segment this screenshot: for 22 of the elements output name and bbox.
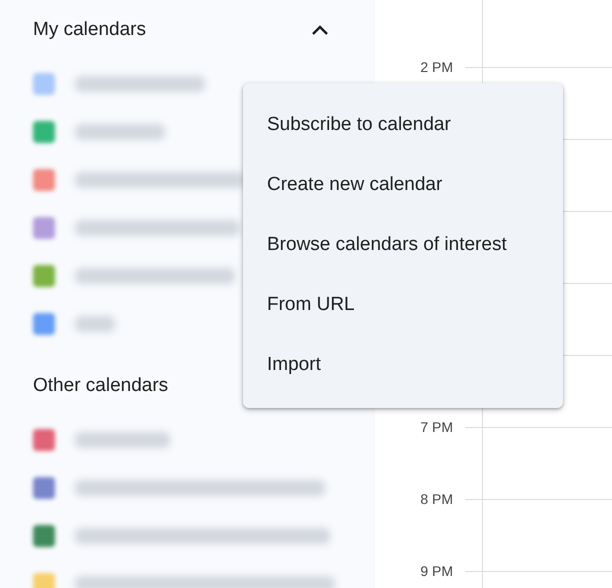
calendar-checkbox[interactable]: [33, 121, 55, 143]
menu-item[interactable]: Subscribe to calendar: [243, 95, 563, 155]
calendar-checkbox[interactable]: [33, 169, 55, 191]
calendar-checkbox[interactable]: [33, 525, 55, 547]
calendar-checkbox[interactable]: [33, 313, 55, 335]
calendar-checkbox[interactable]: [33, 265, 55, 287]
time-label: 8 PM: [419, 492, 453, 506]
menu-item[interactable]: From URL: [243, 275, 563, 335]
time-label: 9 PM: [419, 564, 453, 578]
section-title: Other calendars: [33, 375, 168, 397]
time-label: 2 PM: [419, 60, 453, 74]
time-label: 7 PM: [419, 420, 453, 434]
menu-item[interactable]: Browse calendars of interest: [243, 215, 563, 275]
section-title: My calendars: [33, 19, 146, 41]
calendar-checkbox[interactable]: [33, 217, 55, 239]
blurred-label: [75, 316, 115, 332]
menu-item[interactable]: Import: [243, 335, 563, 395]
calendar-checkbox[interactable]: [33, 477, 55, 499]
calendar-checkbox[interactable]: [33, 73, 55, 95]
chevron-up-icon[interactable]: [311, 24, 329, 36]
calendar-checkbox[interactable]: [33, 429, 55, 451]
menu-item[interactable]: Create new calendar: [243, 155, 563, 215]
